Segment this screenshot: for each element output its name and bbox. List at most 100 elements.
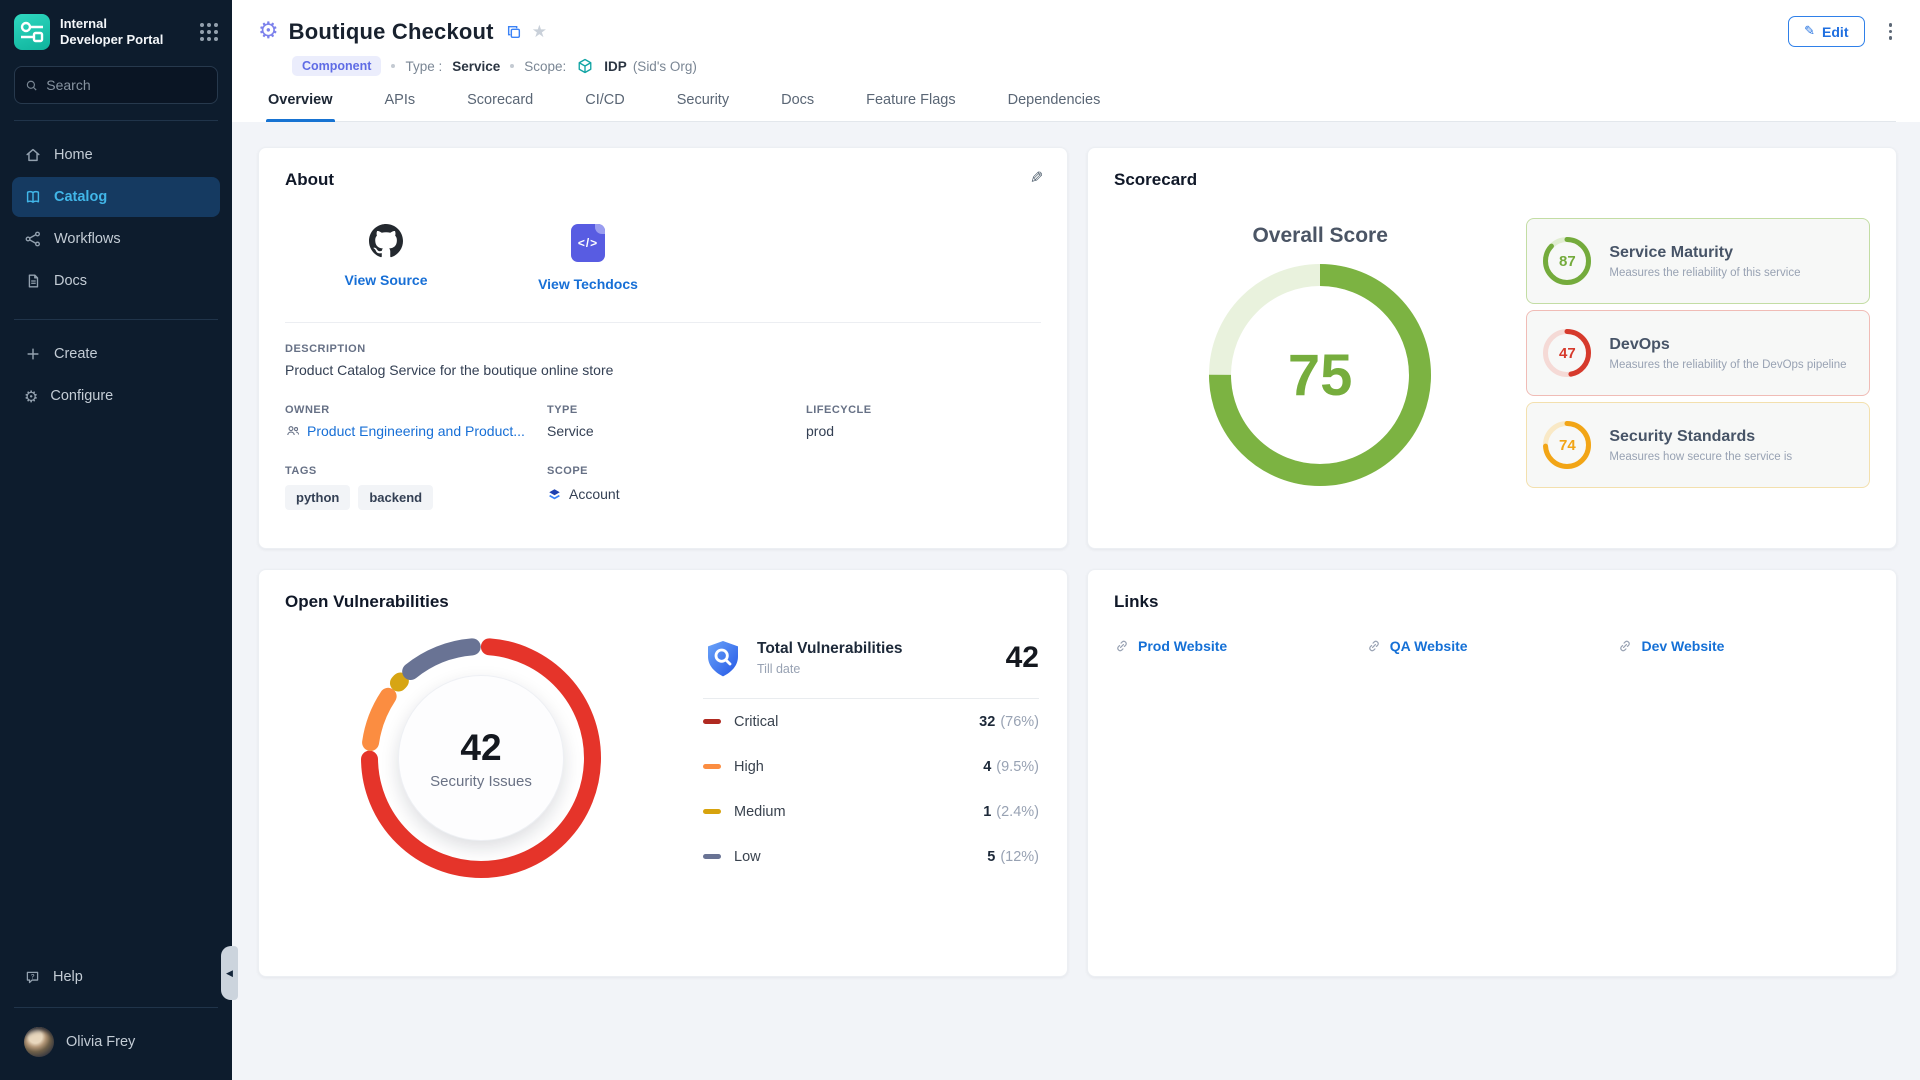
sidebar-item-create[interactable]: Create	[12, 334, 220, 374]
logo-row: Internal Developer Portal	[0, 0, 232, 50]
total-vulnerabilities-label: Total Vulnerabilities	[757, 640, 903, 658]
edit-button[interactable]: ✎ Edit	[1788, 16, 1864, 47]
security-issues-label: Security Issues	[430, 773, 532, 790]
score-description: Measures the reliability of this service	[1609, 267, 1800, 279]
dev-website-link[interactable]: Dev Website	[1641, 638, 1724, 654]
view-techdocs-link[interactable]: View Techdocs	[538, 276, 638, 292]
star-icon[interactable]: ★	[532, 22, 547, 42]
sidebar-collapse-handle[interactable]: ◀	[221, 946, 238, 1000]
gear-icon: ⚙	[24, 387, 38, 406]
scorecard-card: Scorecard Overall Score 75 87	[1087, 147, 1897, 549]
entity-meta-row: Component Type : Service Scope: IDP (Sid…	[292, 56, 1896, 76]
till-date-label: Till date	[757, 662, 903, 676]
severity-count: 32	[979, 714, 995, 730]
plus-icon	[24, 345, 42, 363]
sidebar-item-label: Workflows	[54, 231, 121, 247]
tab-cicd[interactable]: CI/CD	[583, 92, 626, 121]
severity-percent: (76%)	[1000, 714, 1039, 730]
tags-field: TAGS python backend	[285, 465, 547, 510]
devops-value: 47	[1559, 345, 1576, 362]
sidebar-item-configure[interactable]: ⚙ Configure	[12, 376, 220, 416]
link-item-prod: Prod Website	[1114, 638, 1366, 654]
vulnerability-row-high: High 4 (9.5%)	[703, 744, 1039, 789]
shield-scan-icon	[703, 638, 743, 678]
help-button[interactable]: ? Help	[12, 957, 220, 997]
sidebar: Internal Developer Portal Home Catalog W…	[0, 0, 232, 1080]
severity-label: Critical	[734, 714, 778, 730]
lifecycle-label: LIFECYCLE	[806, 404, 1041, 416]
tab-overview[interactable]: Overview	[266, 92, 335, 121]
tab-scorecard[interactable]: Scorecard	[465, 92, 535, 121]
description-value: Product Catalog Service for the boutique…	[285, 362, 1041, 378]
github-icon	[369, 224, 403, 258]
scope-label: Scope:	[524, 59, 566, 74]
tab-dependencies[interactable]: Dependencies	[1006, 92, 1103, 121]
sidebar-item-label: Home	[54, 147, 93, 163]
search-input[interactable]	[46, 77, 207, 93]
sidebar-item-catalog[interactable]: Catalog	[12, 177, 220, 217]
tag-chip[interactable]: python	[285, 485, 350, 510]
score-card-security-standards[interactable]: 74 Security Standards Measures how secur…	[1526, 402, 1870, 488]
link-icon	[1114, 638, 1130, 654]
qa-website-link[interactable]: QA Website	[1390, 638, 1468, 654]
total-vulnerabilities-value: 42	[1006, 641, 1039, 675]
group-icon	[285, 423, 301, 439]
sidebar-item-label: Create	[54, 346, 98, 362]
score-name: DevOps	[1609, 336, 1846, 354]
apps-grid-icon[interactable]	[200, 23, 218, 41]
owner-link[interactable]: Product Engineering and Product...	[307, 423, 525, 439]
description-label: DESCRIPTION	[285, 343, 1041, 355]
scorecard-title: Scorecard	[1114, 170, 1870, 190]
tab-docs[interactable]: Docs	[779, 92, 816, 121]
severity-percent: (2.4%)	[996, 804, 1039, 820]
vulnerabilities-title: Open Vulnerabilities	[285, 592, 1041, 612]
content-grid: About ✎ View Source </> View Techdocs DE…	[232, 122, 1920, 1080]
catalog-book-icon	[24, 188, 42, 206]
entity-kind-badge: Component	[292, 56, 381, 76]
scope-value: IDP	[604, 59, 627, 74]
help-label: Help	[53, 969, 83, 985]
scope-value: Account	[569, 486, 620, 502]
edit-about-icon[interactable]: ✎	[1030, 168, 1043, 187]
sidebar-item-home[interactable]: Home	[12, 135, 220, 175]
about-card: About ✎ View Source </> View Techdocs DE…	[258, 147, 1068, 549]
copy-icon[interactable]	[506, 24, 522, 40]
score-name: Security Standards	[1609, 428, 1792, 446]
search-icon	[25, 78, 38, 93]
link-item-qa: QA Website	[1366, 638, 1618, 654]
score-card-devops[interactable]: 47 DevOps Measures the reliability of th…	[1526, 310, 1870, 396]
prod-website-link[interactable]: Prod Website	[1138, 638, 1227, 654]
svg-text:?: ?	[31, 973, 35, 980]
security-issues-count: 42	[460, 727, 501, 769]
view-source-item: View Source	[331, 224, 441, 292]
view-source-link[interactable]: View Source	[344, 272, 427, 288]
component-gear-icon: ⚙	[258, 20, 279, 43]
sidebar-actions: Create ⚙ Configure	[0, 334, 232, 418]
tab-bar: Overview APIs Scorecard CI/CD Security D…	[266, 92, 1896, 122]
user-menu[interactable]: Olivia Frey	[12, 1018, 220, 1066]
more-options-icon[interactable]	[1885, 19, 1897, 44]
link-icon	[1366, 638, 1382, 654]
type-value: Service	[547, 423, 806, 439]
sidebar-search[interactable]	[14, 66, 218, 104]
sidebar-item-workflows[interactable]: Workflows	[12, 219, 220, 259]
dot-separator	[391, 64, 395, 68]
tab-security[interactable]: Security	[675, 92, 731, 121]
tab-apis[interactable]: APIs	[383, 92, 418, 121]
medium-swatch	[703, 809, 721, 814]
critical-swatch	[703, 719, 721, 724]
overall-score-chart: Overall Score 75	[1114, 190, 1526, 488]
tag-chip[interactable]: backend	[358, 485, 433, 510]
sidebar-footer: ? Help Olivia Frey	[0, 957, 232, 1080]
owner-field: OWNER Product Engineering and Product...	[285, 404, 547, 439]
tab-feature-flags[interactable]: Feature Flags	[864, 92, 957, 121]
vulnerabilities-card: Open Vulnerabilities 42 Security Issues	[258, 569, 1068, 977]
score-card-service-maturity[interactable]: 87 Service Maturity Measures the reliabi…	[1526, 218, 1870, 304]
severity-count: 4	[983, 759, 991, 775]
owner-label: OWNER	[285, 404, 547, 416]
about-divider	[285, 322, 1041, 323]
severity-count: 1	[983, 804, 991, 820]
score-description: Measures the reliability of the DevOps p…	[1609, 359, 1846, 371]
vulnerabilities-summary: Total Vulnerabilities Till date 42 Criti…	[677, 612, 1041, 879]
sidebar-item-docs[interactable]: Docs	[12, 261, 220, 301]
